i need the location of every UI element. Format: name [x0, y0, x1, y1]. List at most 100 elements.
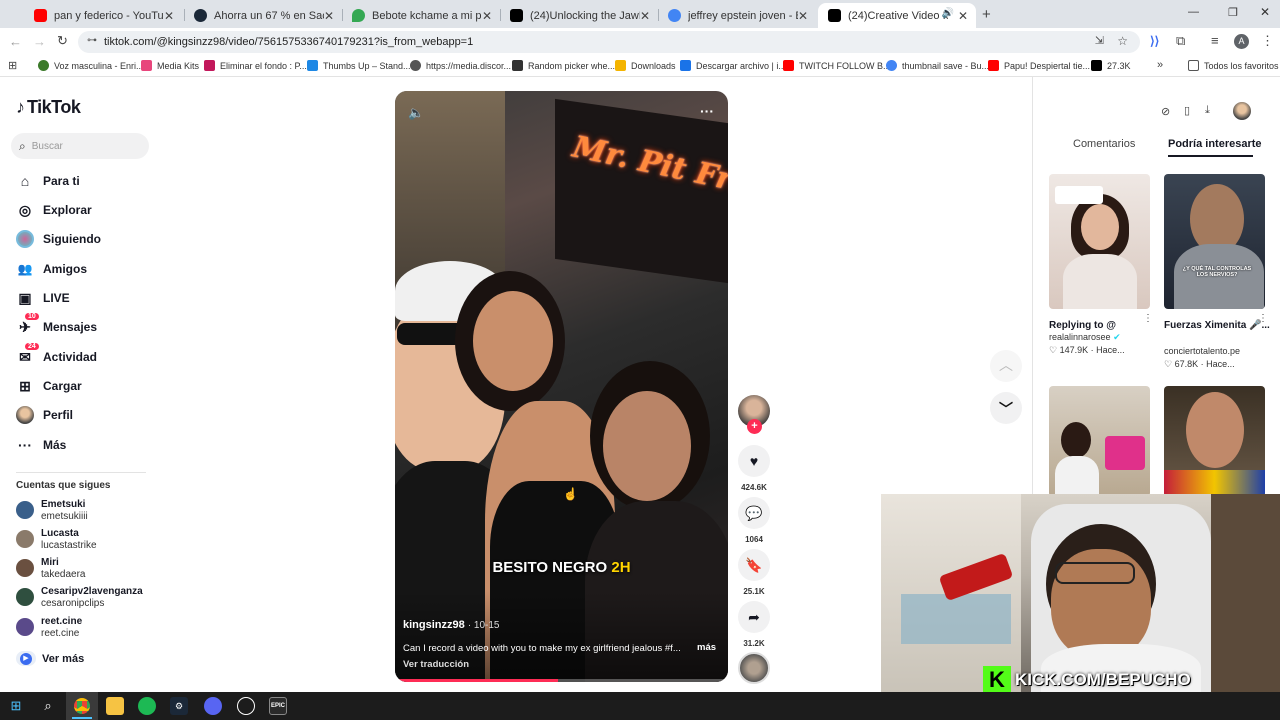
bookmark-item[interactable]: https://media.discor...: [410, 60, 511, 71]
compass-icon[interactable]: ⊘: [1161, 105, 1170, 118]
following-account[interactable]: Lucasta lucastastrike: [16, 528, 97, 552]
close-tab-icon[interactable]: ✕: [164, 9, 174, 23]
device-icon[interactable]: ▯: [1184, 104, 1190, 117]
close-tab-icon[interactable]: ✕: [798, 9, 808, 23]
close-window-icon[interactable]: ✕: [1260, 5, 1270, 19]
forward-icon[interactable]: →: [33, 34, 46, 49]
share-action[interactable]: ➦ 31.2K: [738, 601, 770, 648]
spotify-icon[interactable]: [138, 697, 156, 715]
following-account[interactable]: reet.cine reet.cine: [16, 616, 82, 640]
nav-item-cargar[interactable]: ⊞ Cargar: [16, 377, 82, 395]
install-app-icon[interactable]: ⇲: [1095, 34, 1104, 47]
back-icon[interactable]: ←: [9, 34, 22, 49]
next-video-button[interactable]: ﹀: [990, 392, 1022, 424]
recommended-video-thumbnail[interactable]: [1164, 386, 1265, 497]
close-tab-icon[interactable]: ✕: [958, 9, 968, 23]
browser-tab-active[interactable]: (24)Creative Video Ideas to 🔊 ✕: [818, 3, 976, 28]
extension-icon[interactable]: ⟩⟩: [1150, 34, 1159, 48]
minimize-window-icon[interactable]: —: [1188, 6, 1199, 18]
discord-icon[interactable]: [204, 697, 222, 715]
search-input[interactable]: ⌕ Buscar: [11, 133, 149, 159]
recommended-video-thumbnail[interactable]: ¿Y QUÉ TAL CONTROLAS LOS NERVIOS?: [1164, 174, 1265, 309]
recommended-card-author[interactable]: conciertotalento.pe: [1164, 346, 1240, 356]
reload-icon[interactable]: ↻: [57, 33, 68, 49]
bookmark-item[interactable]: TWITCH FOLLOW B...: [783, 60, 891, 71]
extensions-puzzle-icon[interactable]: ⧉: [1176, 33, 1185, 49]
translate-link[interactable]: Ver traducción: [403, 659, 469, 670]
address-bar[interactable]: ⊶ tiktok.com/@kingsinzz98/video/75615753…: [78, 31, 1140, 53]
nav-item-actividad[interactable]: ✉ 24 Actividad: [16, 343, 97, 366]
recommended-card-title[interactable]: Fuerzas Ximenita 🎤...: [1164, 315, 1270, 333]
card-more-icon[interactable]: ⋮: [1143, 313, 1153, 324]
search-icon[interactable]: ⌕: [39, 697, 57, 715]
file-explorer-icon[interactable]: [106, 697, 124, 715]
browser-tab[interactable]: Ahorra un 67 % en Sackboy™: U ✕: [184, 3, 342, 28]
like-action[interactable]: ♥ 424.6K: [738, 445, 770, 492]
tab-podria-interesarte[interactable]: Podría interesarte: [1168, 138, 1262, 150]
apps-grid-icon[interactable]: ⊞: [8, 59, 17, 72]
author-name[interactable]: kingsinzz98: [403, 619, 465, 631]
site-info-icon[interactable]: ⊶: [87, 35, 97, 46]
tab-comentarios[interactable]: Comentarios: [1073, 138, 1135, 150]
browser-tab[interactable]: jeffrey epstein joven - Buscar co ✕: [658, 3, 816, 28]
nav-item-mensajes[interactable]: ✈ 10 Mensajes: [16, 313, 97, 336]
bookmark-item[interactable]: 27.3K: [1091, 60, 1131, 71]
user-avatar[interactable]: [1233, 102, 1251, 120]
following-account[interactable]: Miri takedaera: [16, 557, 85, 581]
bookmark-star-icon[interactable]: ☆: [1117, 34, 1128, 48]
nav-item-explorar[interactable]: ◎ Explorar: [16, 201, 92, 219]
speaker-icon[interactable]: 🔊: [942, 8, 954, 19]
close-tab-icon[interactable]: ✕: [640, 9, 650, 23]
bookmark-item[interactable]: Eliminar el fondo : P...: [204, 60, 307, 71]
bookmark-item[interactable]: Downloads: [615, 60, 676, 71]
video-more-icon[interactable]: ···: [700, 103, 714, 119]
more-bookmarks-icon[interactable]: »: [1157, 59, 1163, 71]
all-bookmarks-folder[interactable]: Todos los favoritos: [1188, 60, 1279, 71]
previous-video-button[interactable]: ︿: [990, 350, 1022, 382]
see-more-button[interactable]: ▶ Ver más: [16, 651, 84, 666]
bookmark-item[interactable]: Random picker whe...: [512, 60, 615, 71]
nav-item-para-ti[interactable]: ⌂ Para ti: [16, 172, 80, 190]
close-tab-icon[interactable]: ✕: [482, 9, 492, 23]
bookmark-icon[interactable]: 🔖: [738, 549, 770, 581]
download-icon[interactable]: ⤓: [1205, 104, 1210, 117]
following-account[interactable]: Cesaripv2lavenganza cesaronipclips: [16, 586, 143, 610]
progress-track[interactable]: [395, 679, 728, 682]
save-action[interactable]: 🔖 25.1K: [738, 549, 770, 596]
video-player[interactable]: Mr. Pit Fries 🔈 ··· BESITO NEGRO 2H ☝ ki…: [395, 91, 728, 682]
comment-action[interactable]: 💬 1064: [738, 497, 770, 544]
comment-icon[interactable]: 💬: [738, 497, 770, 529]
browser-tab[interactable]: Bebote kchame a mi papi 144- ✕: [342, 3, 500, 28]
new-tab-button[interactable]: +: [982, 6, 991, 23]
recommended-video-thumbnail[interactable]: [1049, 174, 1150, 309]
browser-tab[interactable]: (24)Unlocking the JawMax Min ✕: [500, 3, 658, 28]
nav-item-siguiendo[interactable]: Siguiendo: [16, 230, 101, 248]
bookmark-item[interactable]: Thumbs Up – Stand...: [307, 60, 411, 71]
epic-games-icon[interactable]: EPIC: [269, 697, 287, 715]
heart-icon[interactable]: ♥: [738, 445, 770, 477]
nav-item-perfil[interactable]: Perfil: [16, 406, 73, 424]
following-account[interactable]: Emetsuki emetsukiiii: [16, 499, 88, 523]
nav-item-amigos[interactable]: 👥 Amigos: [16, 260, 88, 278]
bookmark-item[interactable]: Media Kits: [141, 60, 199, 71]
follow-plus-icon[interactable]: +: [747, 419, 762, 434]
obs-icon[interactable]: [237, 697, 255, 715]
recommended-card-author[interactable]: realalinnarosee ✔: [1049, 332, 1121, 343]
browser-tab[interactable]: pan y federico - YouTube ✕: [24, 3, 182, 28]
recommended-video-thumbnail[interactable]: [1049, 386, 1150, 497]
more-description-link[interactable]: más: [697, 642, 716, 653]
windows-start-icon[interactable]: ⊞: [7, 697, 25, 715]
share-icon[interactable]: ➦: [738, 601, 770, 633]
bookmark-item[interactable]: Voz masculina - Enri...: [38, 60, 144, 71]
chrome-taskbar-button[interactable]: [66, 692, 98, 720]
profile-avatar-icon[interactable]: A: [1234, 34, 1249, 49]
browser-menu-icon[interactable]: ⋮: [1261, 33, 1274, 49]
nav-item-mas[interactable]: ··· Más: [16, 436, 66, 454]
steam-icon[interactable]: ⚙: [170, 697, 188, 715]
media-control-icon[interactable]: ≡: [1211, 33, 1219, 48]
recommended-card-title[interactable]: Replying to @: [1049, 315, 1116, 333]
tiktok-logo[interactable]: ♪ TikTok: [16, 97, 81, 118]
bookmark-item[interactable]: thumbnail save - Bu...: [886, 60, 989, 71]
sound-disc-icon[interactable]: [738, 652, 770, 684]
restore-window-icon[interactable]: ❐: [1228, 6, 1238, 19]
